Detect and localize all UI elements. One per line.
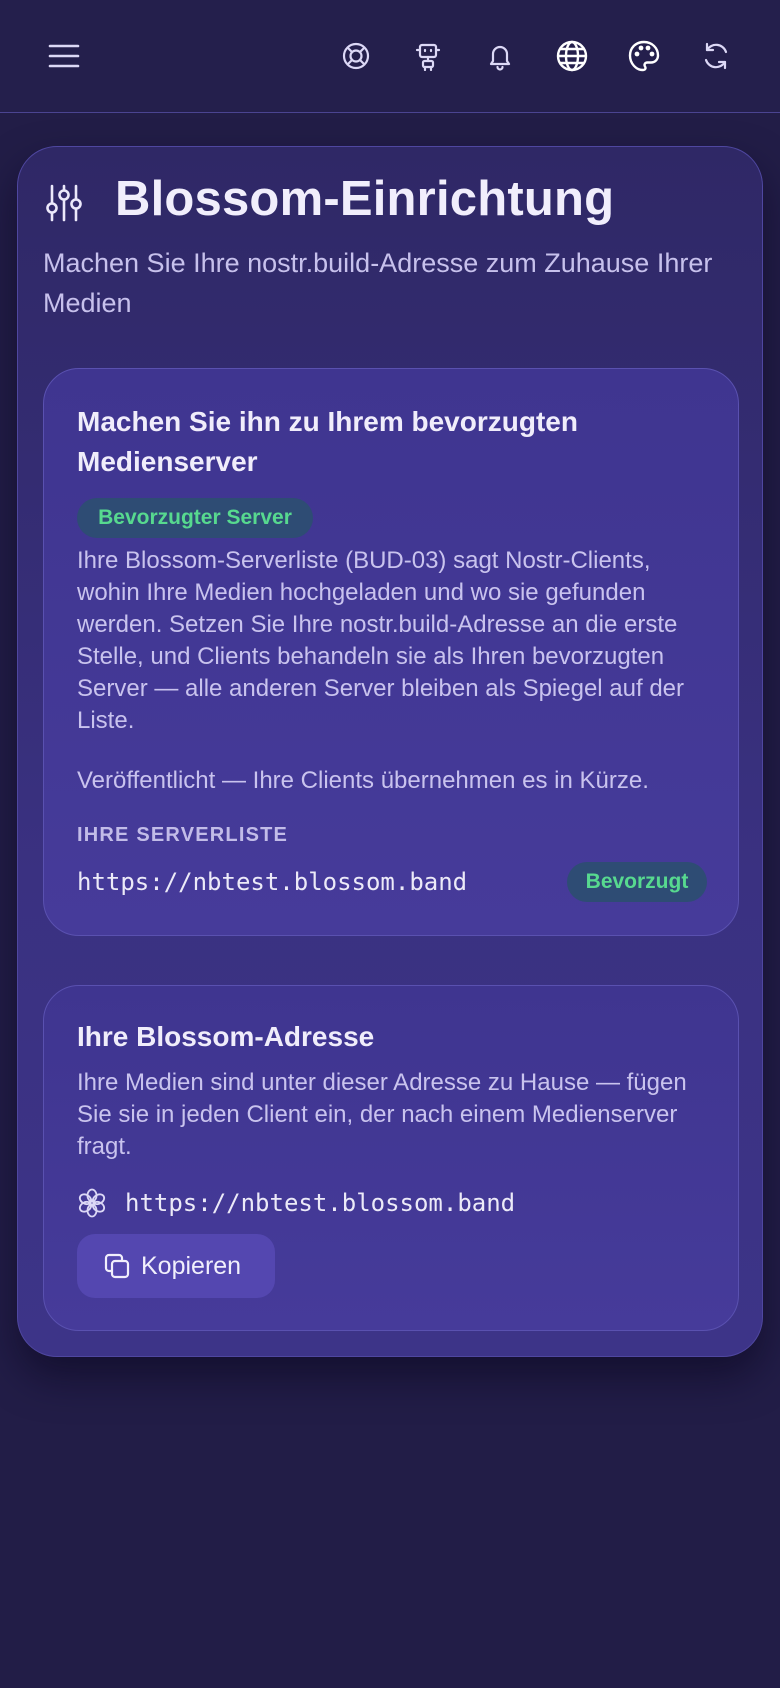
menu-icon[interactable] [45,37,83,75]
top-bar [0,0,780,113]
preferred-badge: Bevorzugt [567,862,707,902]
palette-icon[interactable] [625,37,663,75]
refresh-icon[interactable] [697,37,735,75]
blossom-setup-panel: Blossom-Einrichtung Machen Sie Ihre nost… [17,146,763,1357]
card-title: Machen Sie ihn zu Ihrem bevorzugten Medi… [77,406,578,477]
blossom-address: https://nbtest.blossom.band [125,1189,516,1217]
blossom-flower-icon [77,1188,107,1223]
sliders-icon [46,183,82,228]
copy-icon [104,1253,130,1279]
address-description: Ihre Medien sind unter dieser Adresse zu… [77,1069,687,1160]
preferred-server-badge: Bevorzugter Server [77,498,313,538]
card-title: Ihre Blossom-Adresse [77,1021,375,1052]
publish-status: Veröffentlicht — Ihre Clients übernehmen… [77,767,649,794]
copy-button-label: Kopieren [141,1251,242,1280]
lifebuoy-icon[interactable] [337,37,375,75]
blossom-address-card: Ihre Blossom-Adresse Ihre Medien sind un… [43,985,739,1331]
copy-button[interactable]: Kopieren [77,1234,275,1298]
card-description: Ihre Blossom-Serverliste (BUD-03) sagt N… [77,547,685,734]
server-url: https://nbtest.blossom.band [77,868,468,896]
page-title: Blossom-Einrichtung [115,172,615,226]
bell-icon[interactable] [481,37,519,75]
server-list-label: IHRE SERVERLISTE [77,824,289,846]
globe-icon[interactable] [553,37,591,75]
page-subtitle: Machen Sie Ihre nostr.build-Adresse zum … [43,248,713,318]
robot-icon[interactable] [409,37,447,75]
preferred-server-card: Machen Sie ihn zu Ihrem bevorzugten Medi… [43,368,739,936]
